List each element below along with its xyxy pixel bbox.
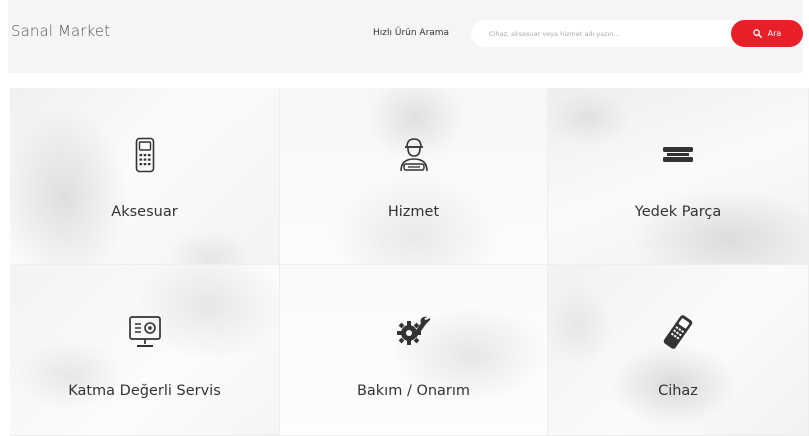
tile-background (280, 88, 547, 264)
category-label: Aksesuar (111, 204, 178, 220)
category-tile-yedek-parca[interactable]: Yedek Parça (548, 88, 809, 265)
search-label: Hızlı Ürün Arama (373, 28, 450, 38)
search-icon (752, 29, 762, 38)
search-input[interactable] (489, 26, 719, 41)
monitor-service-icon (126, 313, 164, 351)
search-box: Ara (471, 20, 803, 47)
category-label: Cihaz (658, 383, 698, 399)
category-tile-bakim-onarim[interactable]: Bakım / Onarım (280, 265, 548, 436)
category-grid: Aksesuar Hizmet Yedek Parça Katma Değerl… (10, 88, 809, 436)
search-button-label: Ara (767, 29, 782, 38)
category-tile-hizmet[interactable]: Hizmet (280, 88, 548, 265)
gear-wrench-icon (395, 313, 433, 351)
category-label: Yedek Parça (634, 204, 722, 220)
category-label: Hizmet (387, 204, 440, 220)
category-label: Katma Değerli Servis (68, 383, 221, 399)
pos-terminal-icon (126, 136, 164, 174)
tile-background (548, 88, 808, 264)
spare-parts-icon (659, 136, 697, 174)
category-tile-katma-degerli-servis[interactable]: Katma Değerli Servis (10, 265, 280, 436)
category-label: Bakım / Onarım (356, 383, 471, 399)
search-button[interactable]: Ara (731, 20, 803, 47)
card-reader-icon (659, 313, 697, 351)
brand-title[interactable]: Sanal Market (11, 22, 110, 40)
tile-background (10, 88, 279, 264)
category-tile-aksesuar[interactable]: Aksesuar (10, 88, 280, 265)
header: Sanal Market Hızlı Ürün Arama Ara (8, 0, 803, 73)
technician-icon (395, 136, 433, 174)
category-tile-cihaz[interactable]: Cihaz (548, 265, 809, 436)
